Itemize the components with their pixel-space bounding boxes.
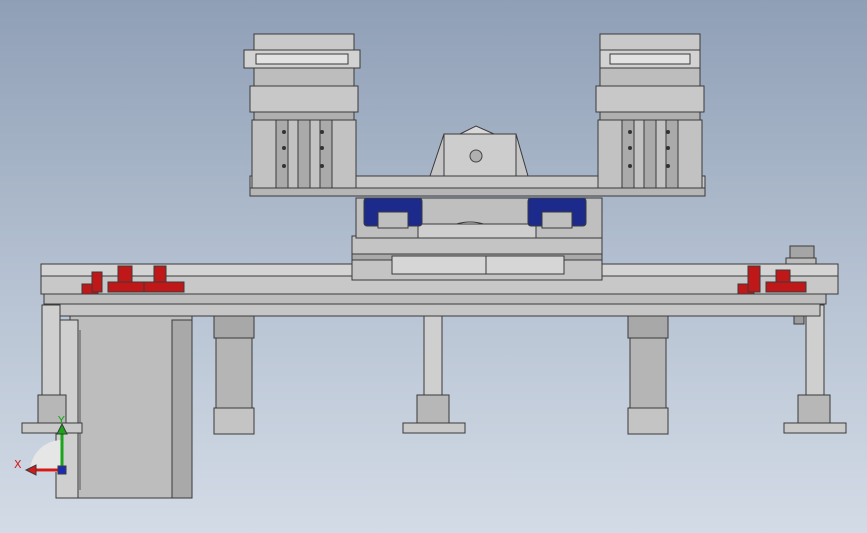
support-leg-right	[783, 304, 847, 434]
lower-cylinder-right	[627, 315, 669, 435]
gripper-right	[595, 33, 705, 189]
bolt	[793, 315, 805, 325]
x-axis-label: X	[14, 458, 22, 471]
lower-cylinder-left	[213, 315, 255, 435]
servo-motor	[55, 315, 193, 499]
center-bracket	[429, 125, 529, 177]
machine-assembly-drawing: X Y	[14, 33, 847, 499]
gripper-left	[243, 33, 361, 189]
cad-viewport[interactable]: X Y	[0, 0, 867, 533]
z-axis-icon	[57, 465, 67, 475]
y-axis-label: Y	[57, 414, 65, 427]
support-leg-center	[402, 304, 466, 434]
